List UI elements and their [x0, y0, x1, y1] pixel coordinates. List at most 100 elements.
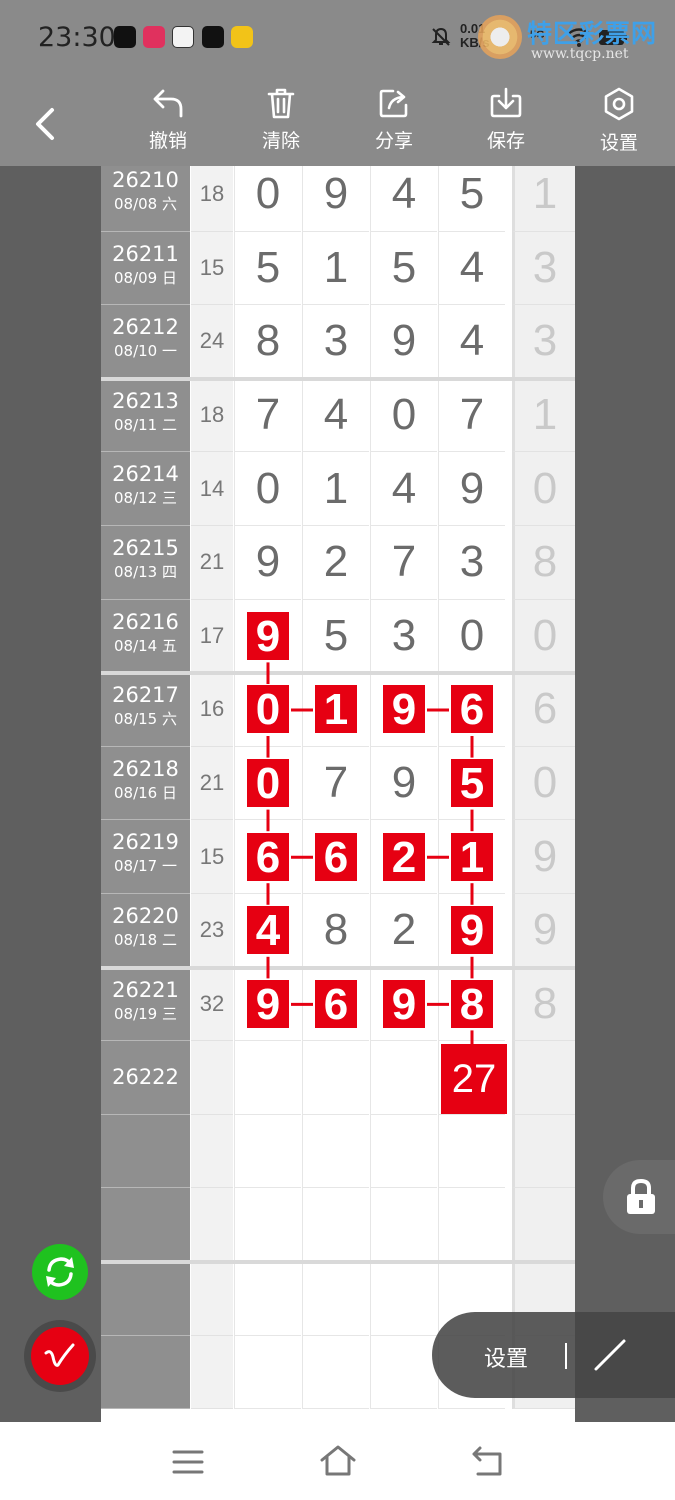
digit-cell[interactable]: 1: [302, 231, 369, 306]
digit-value: 5: [391, 242, 417, 292]
digit-cell[interactable]: 9: [370, 967, 437, 1042]
digit-value: 3: [391, 610, 417, 660]
digit-cell[interactable]: [234, 1262, 301, 1336]
digit-cell[interactable]: 2: [370, 820, 437, 894]
digit-cell[interactable]: 3: [370, 599, 437, 674]
digit-cell[interactable]: [234, 1188, 301, 1262]
tail-value: 3: [532, 316, 558, 366]
digit-cell[interactable]: 0: [234, 452, 301, 526]
digit-cell[interactable]: 6: [438, 673, 505, 747]
digit-cell[interactable]: [302, 1188, 369, 1262]
issue-number: 26218: [112, 756, 179, 781]
digit-cell[interactable]: 8: [234, 305, 301, 379]
digit-cell[interactable]: 4: [438, 305, 505, 379]
digit-cell[interactable]: [302, 1114, 369, 1189]
digit-cell[interactable]: 9: [370, 305, 437, 379]
digit-cell[interactable]: 6: [234, 820, 301, 894]
digit-cell[interactable]: 7: [438, 378, 505, 453]
digit-cell[interactable]: 8: [438, 967, 505, 1042]
digit-cell[interactable]: 4: [234, 894, 301, 968]
digit-cell[interactable]: 4: [302, 378, 369, 453]
digit-cell[interactable]: 2: [370, 894, 437, 968]
share-button[interactable]: 分享: [359, 86, 429, 162]
digit-cell[interactable]: [234, 1114, 301, 1189]
digit-cell[interactable]: 0: [234, 166, 301, 232]
digit-cell[interactable]: 6: [302, 967, 369, 1042]
undo-icon: [153, 89, 183, 118]
digit-cell[interactable]: 7: [302, 746, 369, 821]
digit-cell[interactable]: 0: [234, 746, 301, 821]
sum-value: 16: [199, 696, 225, 722]
digit-cell[interactable]: 0: [438, 599, 505, 674]
digit-cell[interactable]: 9: [302, 166, 369, 232]
table-row: 26217 08/15 六 16 0 1 9 6 6: [101, 673, 575, 747]
digit-cell[interactable]: [370, 1041, 437, 1115]
draw-settings-button[interactable]: 设置: [484, 1341, 528, 1373]
digit-cell[interactable]: 0: [234, 673, 301, 747]
digit-cell[interactable]: 3: [438, 526, 505, 600]
diagonal-line-icon[interactable]: [590, 1335, 630, 1375]
digit-value: 4: [459, 316, 485, 366]
digit-cell[interactable]: [302, 1041, 369, 1115]
digit-cell[interactable]: [302, 1262, 369, 1336]
issue-date: 08/10 一: [114, 342, 177, 361]
back-button[interactable]: [26, 104, 66, 144]
digit-cell[interactable]: [234, 1041, 301, 1115]
clear-button[interactable]: 清除: [246, 86, 316, 162]
digit-cell[interactable]: 5: [370, 231, 437, 306]
home-icon[interactable]: [318, 1444, 358, 1478]
save-button[interactable]: 保存: [471, 86, 541, 162]
digit-cell[interactable]: [370, 1188, 437, 1262]
digit-cell[interactable]: 9: [234, 526, 301, 600]
digit-cell[interactable]: [370, 1114, 437, 1189]
digit-cell[interactable]: 5: [234, 231, 301, 306]
digit-cell[interactable]: 4: [370, 166, 437, 232]
digit-value: 7: [459, 390, 485, 440]
digit-cell[interactable]: 9: [438, 894, 505, 968]
issue-date: 08/16 日: [114, 783, 177, 802]
hexagon-settings-icon: [604, 87, 634, 121]
digit-cell[interactable]: 9: [438, 452, 505, 526]
digit-cell[interactable]: 9: [370, 746, 437, 821]
digit-cell[interactable]: [370, 1262, 437, 1336]
settings-button[interactable]: 设置: [584, 86, 654, 162]
digit-cell[interactable]: 5: [438, 166, 505, 232]
back-icon[interactable]: [470, 1444, 506, 1478]
digit-cell[interactable]: [234, 1335, 301, 1410]
lock-button[interactable]: [603, 1160, 675, 1234]
digit-cell[interactable]: 5: [302, 599, 369, 674]
digit-cell[interactable]: 4: [370, 452, 437, 526]
digit-cell[interactable]: [438, 1188, 505, 1262]
digit-cell[interactable]: 9: [234, 599, 301, 674]
refresh-button[interactable]: [32, 1244, 88, 1300]
digit-cell[interactable]: [302, 1335, 369, 1410]
toolbar: 撤销 清除 分享 保存 设置: [0, 78, 675, 166]
menu-icon[interactable]: [171, 1447, 205, 1477]
tail-cell: 0: [512, 452, 575, 526]
clear-label: 清除: [261, 130, 300, 152]
pen-button[interactable]: [24, 1320, 96, 1392]
digit-cell[interactable]: [370, 1335, 437, 1410]
digit-cell[interactable]: 7: [370, 526, 437, 600]
digit-cell[interactable]: 8: [302, 894, 369, 968]
digit-cell[interactable]: 1: [302, 673, 369, 747]
digit-cell[interactable]: 4: [438, 231, 505, 306]
digit-cell[interactable]: 2: [302, 526, 369, 600]
table-row: 26218 08/16 日 21 0 7 9 5 0: [101, 746, 575, 821]
lottery-trend-table[interactable]: 26210 08/08 六 18 0 9 4 5 1 26211 08/09 日 15 5 1 5 4 3 26…: [101, 166, 575, 1422]
digit-cell[interactable]: 9: [370, 673, 437, 747]
digit-cell[interactable]: 0: [370, 378, 437, 453]
issue-date: 08/11 二: [114, 415, 177, 434]
digit-cell[interactable]: [438, 1114, 505, 1189]
digit-cell[interactable]: 6: [302, 820, 369, 894]
prediction-cell[interactable]: 27: [441, 1044, 507, 1114]
undo-button[interactable]: 撤销: [133, 86, 203, 162]
digit-value: 0: [459, 610, 485, 660]
digit-cell[interactable]: 7: [234, 378, 301, 453]
digit-cell[interactable]: 3: [302, 305, 369, 379]
digit-cell[interactable]: 9: [234, 967, 301, 1042]
digit-cell[interactable]: 1: [302, 452, 369, 526]
issue-cell: 26213 08/11 二: [101, 378, 190, 453]
digit-cell[interactable]: 5: [438, 746, 505, 821]
digit-cell[interactable]: 1: [438, 820, 505, 894]
